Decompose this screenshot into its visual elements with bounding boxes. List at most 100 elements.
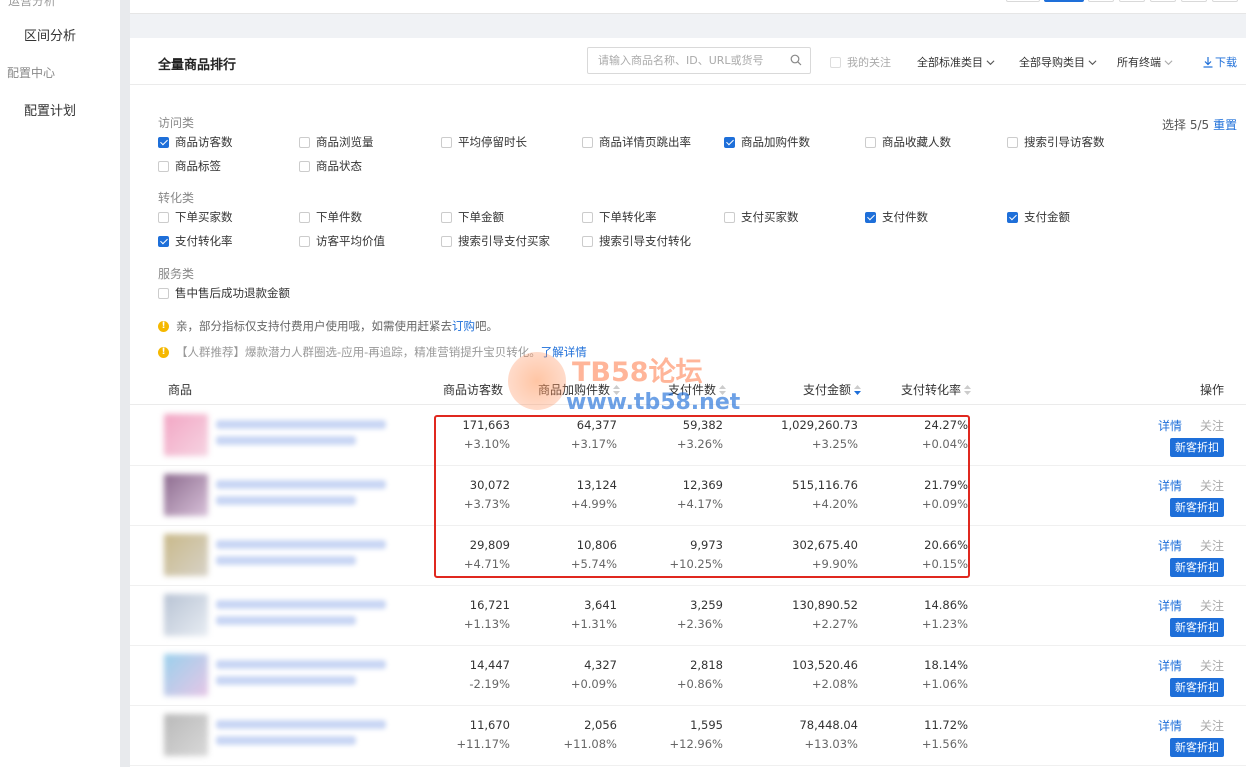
metric-option[interactable]: 支付转化率 — [158, 233, 233, 249]
product-thumbnail-blurred[interactable] — [164, 414, 386, 456]
product-image[interactable] — [164, 534, 208, 576]
pager-prev-button[interactable] — [1006, 0, 1040, 2]
search-input[interactable] — [588, 48, 778, 73]
checkbox-checked[interactable] — [158, 235, 169, 247]
checkbox-checked[interactable] — [158, 136, 169, 148]
metric-option[interactable]: 商品标签 — [158, 158, 221, 174]
table-row[interactable]: 171,663 +3.10% 64,377 +3.17% 59,382 +3.26% 1,0… — [130, 406, 1246, 466]
metric-option[interactable]: 搜索引导支付买家 — [441, 233, 550, 249]
detail-link[interactable]: 详情 — [1158, 597, 1182, 614]
detail-link[interactable]: 详情 — [1158, 717, 1182, 734]
metric-option[interactable]: 搜索引导访客数 — [1007, 134, 1105, 150]
metric-option[interactable]: 售中售后成功退款金额 — [158, 285, 290, 301]
metric-option[interactable]: 商品详情页跳出率 — [582, 134, 691, 150]
checkbox[interactable] — [158, 211, 169, 223]
pager-page[interactable] — [1119, 0, 1145, 2]
sidebar-item-partial[interactable]: 运营分析 — [8, 0, 56, 9]
detail-link[interactable]: 详情 — [1158, 417, 1182, 434]
checkbox[interactable] — [158, 160, 169, 172]
my-follow-toggle[interactable]: 我的关注 — [830, 54, 891, 70]
sidebar-item-config-plan[interactable]: 配置计划 — [24, 100, 76, 119]
checkbox[interactable] — [441, 211, 452, 223]
new-customer-discount-button[interactable]: 新客折扣 — [1170, 498, 1224, 517]
product-thumbnail-blurred[interactable] — [164, 594, 386, 636]
search-icon[interactable] — [790, 54, 802, 66]
checkbox[interactable] — [441, 136, 452, 148]
new-customer-discount-button[interactable]: 新客折扣 — [1170, 678, 1224, 697]
col-cart[interactable]: 商品加购件数 — [538, 381, 621, 398]
checkbox[interactable] — [299, 235, 310, 247]
metric-option[interactable]: 平均停留时长 — [441, 134, 527, 150]
product-thumbnail-blurred[interactable] — [164, 654, 386, 696]
checkbox[interactable] — [299, 160, 310, 172]
checkbox[interactable] — [582, 235, 593, 247]
new-customer-discount-button[interactable]: 新客折扣 — [1170, 738, 1224, 757]
pager-page[interactable] — [1088, 0, 1114, 2]
checkbox[interactable] — [724, 211, 735, 223]
table-row[interactable]: 11,670 +11.17% 2,056 +11.08% 1,595 +12.96% 78,… — [130, 706, 1246, 766]
product-image[interactable] — [164, 414, 208, 456]
checkbox[interactable] — [865, 136, 876, 148]
follow-link[interactable]: 关注 — [1200, 537, 1224, 554]
product-thumbnail-blurred[interactable] — [164, 714, 386, 756]
standard-category-dropdown[interactable]: 全部标准类目 — [917, 54, 995, 70]
metric-option[interactable]: 商品加购件数 — [724, 134, 810, 150]
metric-option[interactable]: 下单金额 — [441, 209, 504, 225]
table-row[interactable]: 16,721 +1.13% 3,641 +1.31% 3,259 +2.36% 130,89… — [130, 586, 1246, 646]
product-image[interactable] — [164, 594, 208, 636]
detail-link[interactable]: 详情 — [1158, 477, 1182, 494]
my-follow-checkbox[interactable] — [830, 56, 841, 68]
metric-option[interactable]: 商品状态 — [299, 158, 362, 174]
follow-link[interactable]: 关注 — [1200, 657, 1224, 674]
follow-link[interactable]: 关注 — [1200, 417, 1224, 434]
product-thumbnail-blurred[interactable] — [164, 474, 386, 516]
metric-option[interactable]: 支付件数 — [865, 209, 928, 225]
product-image[interactable] — [164, 654, 208, 696]
table-row[interactable]: 29,809 +4.71% 10,806 +5.74% 9,973 +10.25% 302,… — [130, 526, 1246, 586]
metric-option[interactable]: 商品浏览量 — [299, 134, 374, 150]
table-row[interactable]: 14,447 -2.19% 4,327 +0.09% 2,818 +0.86% 103,52… — [130, 646, 1246, 706]
checkbox[interactable] — [441, 235, 452, 247]
metric-option[interactable]: 下单转化率 — [582, 209, 657, 225]
guide-category-dropdown[interactable]: 全部导购类目 — [1019, 54, 1097, 70]
sidebar-item-range-analysis[interactable]: 区间分析 — [24, 25, 76, 44]
col-pay-rate[interactable]: 支付转化率 — [901, 381, 972, 398]
col-visitors[interactable]: 商品访客数 — [443, 381, 503, 398]
metric-option[interactable]: 下单买家数 — [158, 209, 233, 225]
pager-page[interactable] — [1150, 0, 1176, 2]
metric-option[interactable]: 商品收藏人数 — [865, 134, 951, 150]
checkbox-checked[interactable] — [1007, 211, 1018, 223]
checkbox[interactable] — [299, 136, 310, 148]
detail-link[interactable]: 详情 — [1158, 537, 1182, 554]
checkbox[interactable] — [299, 211, 310, 223]
metric-option[interactable]: 下单件数 — [299, 209, 362, 225]
pager-page-active[interactable] — [1044, 0, 1084, 2]
metric-option[interactable]: 商品访客数 — [158, 134, 233, 150]
checkbox[interactable] — [582, 136, 593, 148]
product-thumbnail-blurred[interactable] — [164, 534, 386, 576]
detail-link[interactable]: 详情 — [1158, 657, 1182, 674]
follow-link[interactable]: 关注 — [1200, 717, 1224, 734]
checkbox[interactable] — [1007, 136, 1018, 148]
checkbox-checked[interactable] — [724, 136, 735, 148]
follow-link[interactable]: 关注 — [1200, 597, 1224, 614]
checkbox[interactable] — [582, 211, 593, 223]
terminal-dropdown[interactable]: 所有终端 — [1117, 54, 1173, 70]
product-image[interactable] — [164, 714, 208, 756]
metric-option[interactable]: 支付金额 — [1007, 209, 1070, 225]
col-paid-items[interactable]: 支付件数 — [668, 381, 727, 398]
follow-link[interactable]: 关注 — [1200, 477, 1224, 494]
col-paid-amount[interactable]: 支付金额 — [803, 381, 862, 398]
metric-option[interactable]: 访客平均价值 — [299, 233, 385, 249]
checkbox-checked[interactable] — [865, 211, 876, 223]
download-button[interactable]: 下载 — [1203, 54, 1237, 70]
subscribe-link[interactable]: 订购 — [452, 319, 475, 333]
metric-option[interactable]: 支付买家数 — [724, 209, 799, 225]
new-customer-discount-button[interactable]: 新客折扣 — [1170, 558, 1224, 577]
new-customer-discount-button[interactable]: 新客折扣 — [1170, 438, 1224, 457]
pager-next-button[interactable] — [1212, 0, 1238, 2]
reset-link[interactable]: 重置 — [1213, 118, 1237, 132]
product-image[interactable] — [164, 474, 208, 516]
new-customer-discount-button[interactable]: 新客折扣 — [1170, 618, 1224, 637]
table-row[interactable]: 30,072 +3.73% 13,124 +4.99% 12,369 +4.17% 515,… — [130, 466, 1246, 526]
